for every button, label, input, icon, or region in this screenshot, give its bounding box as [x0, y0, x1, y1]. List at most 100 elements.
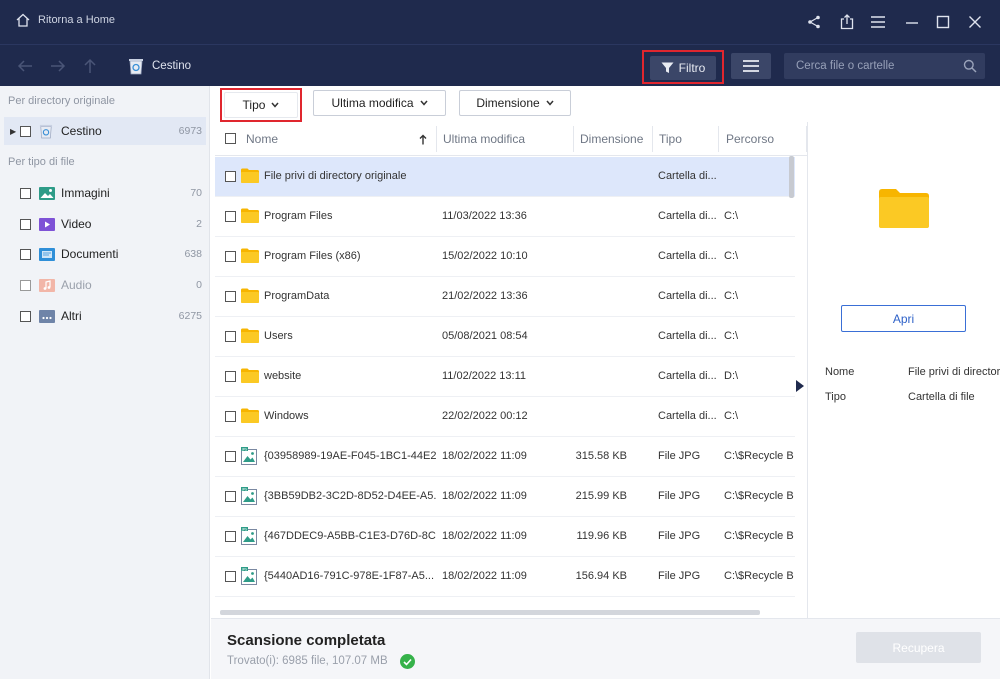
row-checkbox[interactable]: [225, 291, 236, 302]
vertical-scrollbar[interactable]: [789, 156, 794, 198]
sort-ascending-icon[interactable]: [419, 134, 427, 145]
row-checkbox[interactable]: [225, 531, 236, 542]
table-row[interactable]: Windows 22/02/2022 00:12 Cartella di... C:\: [215, 397, 795, 437]
sidebar-item-cestino[interactable]: ▶ Cestino 6973: [4, 117, 206, 145]
expand-arrow-icon[interactable]: ▶: [10, 127, 20, 136]
table-row[interactable]: JPG {5440AD16-791C-978E-1F87-A5... 18/02/2…: [215, 557, 795, 597]
table-row[interactable]: Program Files (x86) 15/02/2022 10:10 Carte…: [215, 237, 795, 277]
filter-button[interactable]: Filtro: [650, 56, 716, 80]
checkbox[interactable]: [20, 248, 31, 260]
detail-type-value: Cartella di file: [908, 391, 975, 403]
expand-details-icon[interactable]: [796, 380, 804, 392]
table-header: Nome Ultima modifica Dimensione Tipo Per…: [215, 122, 807, 156]
select-all-checkbox[interactable]: [225, 133, 236, 144]
search-icon[interactable]: [963, 59, 977, 73]
column-header-ultima-modifica[interactable]: Ultima modifica: [443, 132, 525, 146]
search-box: [784, 53, 985, 79]
ultima-modifica-dropdown[interactable]: Ultima modifica: [313, 90, 446, 116]
view-menu-button[interactable]: [731, 53, 771, 79]
row-checkbox[interactable]: [225, 491, 236, 502]
table-row[interactable]: Users 05/08/2021 08:54 Cartella di... C:\: [215, 317, 795, 357]
filter-highlight: Filtro: [642, 50, 724, 84]
sidebar-item-documenti[interactable]: Documenti 638: [4, 240, 206, 268]
cell-name: {5440AD16-791C-978E-1F87-A5...: [264, 570, 434, 582]
cell-type: Cartella di...: [658, 330, 716, 342]
dimensione-dropdown[interactable]: Dimensione: [459, 90, 571, 116]
ultima-modifica-label: Ultima modifica: [331, 96, 414, 110]
dimensione-label: Dimensione: [476, 96, 540, 110]
maximize-icon[interactable]: [933, 12, 953, 32]
checkbox[interactable]: [20, 279, 31, 291]
cell-modified: 11/03/2022 13:36: [442, 210, 527, 222]
horizontal-scrollbar[interactable]: [220, 610, 760, 615]
row-checkbox[interactable]: [225, 451, 236, 462]
checkbox[interactable]: [20, 125, 31, 137]
cell-modified: 22/02/2022 00:12: [442, 410, 528, 422]
breadcrumb-label: Cestino: [152, 60, 191, 72]
checkbox[interactable]: [20, 187, 31, 199]
sidebar-item-video[interactable]: Video 2: [4, 210, 206, 238]
cell-modified: 18/02/2022 11:09: [442, 570, 527, 582]
sidebar-item-immagini[interactable]: Immagini 70: [4, 179, 206, 207]
column-header-dimensione[interactable]: Dimensione: [580, 132, 643, 146]
table-row[interactable]: website 11/02/2022 13:11 Cartella di... D:\: [215, 357, 795, 397]
row-checkbox[interactable]: [225, 251, 236, 262]
column-header-tipo[interactable]: Tipo: [659, 132, 682, 146]
table-row[interactable]: JPG {03958989-19AE-F045-1BC1-44E2... 18/02…: [215, 437, 795, 477]
cell-modified: 18/02/2022 11:09: [442, 490, 527, 502]
menu-icon[interactable]: [868, 12, 888, 32]
share-icon[interactable]: [804, 12, 824, 32]
table-row[interactable]: JPG {467DDEC9-A5BB-C1E3-D76D-8C... 18/02/2…: [215, 517, 795, 557]
table-row[interactable]: Program Files 11/03/2022 13:36 Cartella di…: [215, 197, 795, 237]
minimize-icon[interactable]: [902, 12, 922, 32]
sidebar-item-altri[interactable]: Altri 6275: [4, 302, 206, 330]
cell-path: C:\: [724, 330, 739, 342]
cell-path: C:\$Recycle Bin: [724, 490, 794, 502]
row-checkbox[interactable]: [225, 331, 236, 342]
up-icon[interactable]: [81, 57, 99, 75]
folder-icon: [241, 328, 259, 344]
filter-label: Filtro: [678, 61, 706, 75]
cell-type: File JPG: [658, 490, 701, 502]
recycle-bin-icon: [129, 59, 143, 75]
file-table: Nome Ultima modifica Dimensione Tipo Per…: [215, 122, 807, 618]
row-checkbox[interactable]: [225, 411, 236, 422]
row-checkbox[interactable]: [225, 571, 236, 582]
sidebar-item-label: Video: [61, 217, 92, 231]
column-header-nome[interactable]: Nome: [246, 132, 278, 146]
folder-icon: [241, 288, 259, 304]
cell-name: Users: [264, 330, 293, 342]
row-checkbox[interactable]: [225, 171, 236, 182]
close-icon[interactable]: [965, 12, 985, 32]
table-row[interactable]: JPG {3BB59DB2-3C2D-8D52-D4EE-A5... 18/02/2…: [215, 477, 795, 517]
open-button[interactable]: Apri: [841, 305, 966, 332]
cell-name: {3BB59DB2-3C2D-8D52-D4EE-A5...: [264, 490, 436, 502]
detail-type-label: Tipo: [825, 391, 846, 403]
chevron-down-icon: [419, 100, 428, 106]
cell-type: Cartella di...: [658, 370, 716, 382]
home-button[interactable]: Ritorna a Home: [16, 13, 115, 27]
back-icon[interactable]: [16, 57, 34, 75]
export-icon[interactable]: [837, 12, 857, 32]
forward-icon[interactable]: [49, 57, 67, 75]
cell-modified: 05/08/2021 08:54: [442, 330, 528, 342]
list-icon: [743, 60, 759, 72]
sidebar-item-audio[interactable]: Audio 0: [4, 271, 206, 299]
cell-size: 315.58 KB: [575, 450, 627, 462]
jpg-file-icon: JPG: [241, 487, 259, 505]
checkbox[interactable]: [20, 310, 31, 322]
svg-text:JPG: JPG: [241, 447, 248, 451]
tipo-dropdown[interactable]: Tipo: [224, 92, 298, 118]
cell-type: File JPG: [658, 450, 701, 462]
row-checkbox[interactable]: [225, 371, 236, 382]
cell-type: Cartella di...: [658, 410, 716, 422]
column-header-percorso[interactable]: Percorso: [726, 132, 774, 146]
row-checkbox[interactable]: [225, 211, 236, 222]
checkbox[interactable]: [20, 218, 31, 230]
table-row[interactable]: File privi di directory originale Cartell…: [215, 157, 795, 197]
status-footer: Scansione completata Trovato(i): 6985 fi…: [211, 618, 1000, 679]
cell-path: C:\$Recycle Bin: [724, 570, 794, 582]
search-input[interactable]: [796, 60, 956, 72]
recover-button[interactable]: Recupera: [856, 632, 981, 663]
table-row[interactable]: ProgramData 21/02/2022 13:36 Cartella di..…: [215, 277, 795, 317]
